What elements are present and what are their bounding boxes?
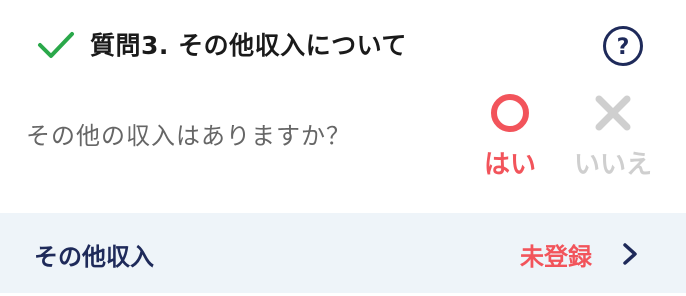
other-income-row[interactable]: その他収入 未登録 <box>0 213 686 293</box>
circle-icon <box>491 94 529 132</box>
question-title: 質問3. その他収入について <box>90 31 407 60</box>
question-card: 質問3. その他収入について ? その他の収入はありますか？ はい いいえ その… <box>0 0 686 296</box>
question-text: その他の収入はありますか？ <box>26 122 351 150</box>
yes-option-button[interactable]: はい <box>462 92 558 184</box>
help-icon[interactable]: ? <box>602 25 644 67</box>
no-option-button[interactable]: いいえ <box>565 92 661 184</box>
question-header: 質問3. その他収入について ? <box>0 18 686 70</box>
yes-option-label: はい <box>483 150 536 180</box>
check-icon <box>38 32 74 58</box>
registration-status: 未登録 <box>520 243 592 271</box>
svg-text:?: ? <box>617 35 630 60</box>
chevron-right-icon <box>623 243 637 265</box>
no-option-label: いいえ <box>573 150 652 180</box>
x-icon <box>595 95 631 131</box>
other-income-label: その他収入 <box>34 243 154 271</box>
